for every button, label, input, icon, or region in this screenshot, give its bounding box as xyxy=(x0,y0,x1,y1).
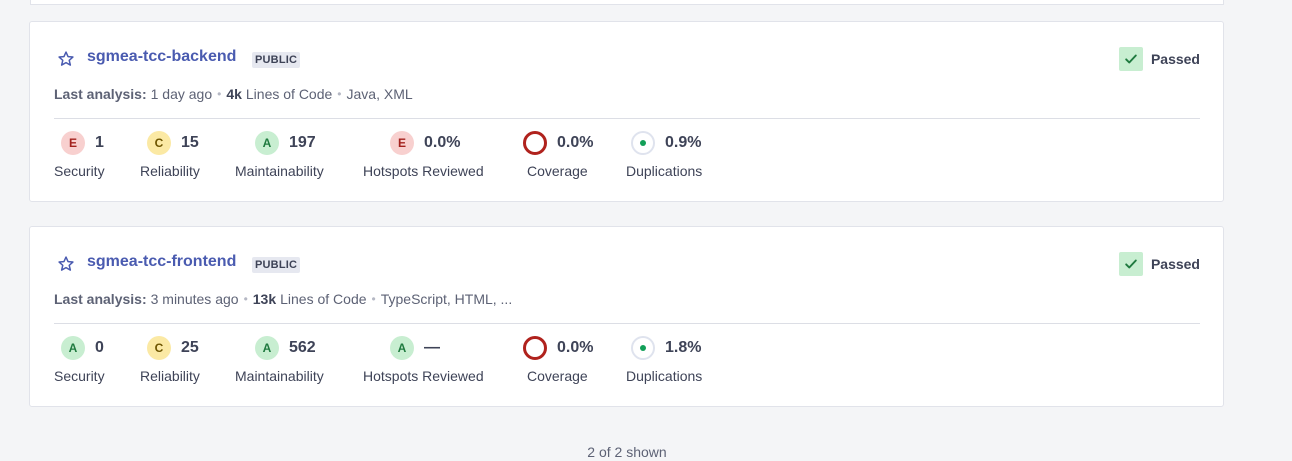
loc-label: Lines of Code xyxy=(280,291,367,307)
metric-security[interactable]: E 1 Security xyxy=(54,130,105,179)
quality-gate-label: Passed xyxy=(1150,256,1200,272)
metric-label: Reliability xyxy=(140,163,200,179)
loc-value: 4k xyxy=(226,86,242,102)
metric-label: Hotspots Reviewed xyxy=(363,368,484,384)
coverage-ring-icon xyxy=(523,336,547,360)
visibility-badge: PUBLIC xyxy=(252,52,301,68)
last-analysis-value: 1 day ago xyxy=(150,86,213,102)
rating-badge: E xyxy=(390,131,414,155)
metric-reliability[interactable]: C 15 Reliability xyxy=(140,130,200,179)
metric-maintainability[interactable]: A 197 Maintainability xyxy=(235,130,324,179)
duplications-ring-icon xyxy=(631,131,655,155)
metric-coverage[interactable]: 0.0% Coverage xyxy=(523,130,594,179)
separator-dot: • xyxy=(217,87,222,101)
results-count: 2 of 2 shown xyxy=(587,444,667,460)
project-name-link[interactable]: sgmea-tcc-backend xyxy=(87,48,236,66)
metric-label: Reliability xyxy=(140,368,200,384)
rating-badge: E xyxy=(61,131,85,155)
metric-value: 0 xyxy=(95,339,104,356)
check-icon xyxy=(1118,252,1143,276)
rating-badge: C xyxy=(147,336,171,360)
metric-hotspots[interactable]: E 0.0% Hotspots Reviewed xyxy=(363,130,484,179)
project-meta: Last analysis: 3 minutes ago • 13k Lines… xyxy=(54,291,512,307)
metric-value: 0.0% xyxy=(557,339,594,356)
rating-badge: C xyxy=(147,131,171,155)
coverage-ring-icon xyxy=(523,131,547,155)
metric-value: 1 xyxy=(95,134,104,151)
metric-label: Coverage xyxy=(527,368,588,384)
separator-dot: • xyxy=(243,292,248,306)
project-card: sgmea-tcc-backend PUBLIC Passed Last ana… xyxy=(29,21,1224,202)
duplications-ring-icon xyxy=(631,336,655,360)
last-analysis-value: 3 minutes ago xyxy=(150,291,239,307)
loc-label: Lines of Code xyxy=(245,86,333,102)
metric-label: Maintainability xyxy=(235,368,324,384)
metric-coverage[interactable]: 0.0% Coverage xyxy=(523,335,594,384)
metric-hotspots[interactable]: A — Hotspots Reviewed xyxy=(363,335,484,384)
metric-label: Duplications xyxy=(626,163,703,179)
last-analysis-label: Last analysis: xyxy=(54,291,147,307)
rating-badge: A xyxy=(390,336,414,360)
metric-value: 562 xyxy=(289,339,316,356)
metric-security[interactable]: A 0 Security xyxy=(54,335,105,384)
metric-value: 1.8% xyxy=(665,339,702,356)
quality-gate-status: Passed xyxy=(1118,252,1200,276)
separator-dot: • xyxy=(337,87,342,101)
quality-gate-label: Passed xyxy=(1150,51,1200,67)
previous-card-fragment xyxy=(30,0,1224,5)
visibility-badge: PUBLIC xyxy=(252,257,301,273)
languages: TypeScript, HTML, ... xyxy=(380,291,513,307)
divider xyxy=(54,323,1200,324)
project-meta: Last analysis: 1 day ago • 4k Lines of C… xyxy=(54,86,413,102)
metric-reliability[interactable]: C 25 Reliability xyxy=(140,335,200,384)
rating-badge: A xyxy=(61,336,85,360)
languages: Java, XML xyxy=(346,86,413,102)
last-analysis-label: Last analysis: xyxy=(54,86,147,102)
separator-dot: • xyxy=(371,292,376,306)
metric-value: 15 xyxy=(181,134,199,151)
check-icon xyxy=(1118,47,1143,71)
rating-badge: A xyxy=(255,336,279,360)
rating-badge: A xyxy=(255,131,279,155)
metric-duplications[interactable]: 0.9% Duplications xyxy=(626,130,702,179)
metric-value: — xyxy=(424,339,440,356)
metric-label: Maintainability xyxy=(235,163,324,179)
metric-value: 25 xyxy=(181,339,199,356)
metric-label: Security xyxy=(54,368,105,384)
metric-label: Duplications xyxy=(626,368,703,384)
star-icon[interactable] xyxy=(57,255,75,273)
divider xyxy=(54,118,1200,119)
metric-value: 0.0% xyxy=(557,134,594,151)
project-name-link[interactable]: sgmea-tcc-frontend xyxy=(87,253,236,271)
metric-value: 0.0% xyxy=(424,134,461,151)
metric-label: Hotspots Reviewed xyxy=(363,163,484,179)
metric-label: Coverage xyxy=(527,163,588,179)
metric-maintainability[interactable]: A 562 Maintainability xyxy=(235,335,324,384)
metric-value: 197 xyxy=(289,134,316,151)
metric-duplications[interactable]: 1.8% Duplications xyxy=(626,335,702,384)
project-card: sgmea-tcc-frontend PUBLIC Passed Last an… xyxy=(29,226,1224,407)
star-icon[interactable] xyxy=(57,50,75,68)
loc-value: 13k xyxy=(252,291,277,307)
quality-gate-status: Passed xyxy=(1118,47,1200,71)
metric-value: 0.9% xyxy=(665,134,702,151)
metric-label: Security xyxy=(54,163,105,179)
